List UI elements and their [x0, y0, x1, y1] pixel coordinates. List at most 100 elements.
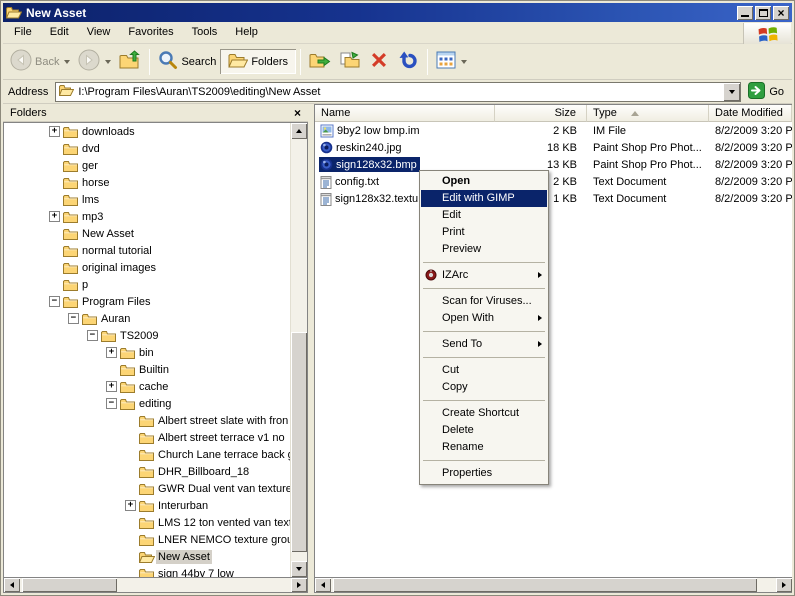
- tree-item-sign-44by-7-low[interactable]: sign 44by 7 low: [4, 565, 290, 577]
- menu-item-open[interactable]: Open: [421, 173, 547, 190]
- copy-to-button[interactable]: [335, 48, 365, 75]
- menu-item-rename[interactable]: Rename: [421, 439, 547, 456]
- selected-file-name[interactable]: sign128x32.bmp: [319, 157, 420, 172]
- menu-item-scan-for-viruses[interactable]: Scan for Viruses...: [421, 293, 547, 310]
- expand-plus-icon[interactable]: +: [49, 126, 60, 137]
- expand-plus-icon[interactable]: +: [49, 211, 60, 222]
- menu-item-print[interactable]: Print: [421, 224, 547, 241]
- tree-item-program-files[interactable]: −Program Files: [4, 293, 290, 310]
- tree-item-cache[interactable]: +cache: [4, 378, 290, 395]
- menu-item-izarc[interactable]: IZArc: [421, 267, 547, 284]
- back-dropdown-icon[interactable]: [64, 60, 70, 64]
- file-name[interactable]: 9by2 low bmp.im: [319, 123, 423, 139]
- menu-favorites[interactable]: Favorites: [119, 23, 182, 42]
- scroll-right-button[interactable]: [291, 578, 307, 592]
- column-header-size[interactable]: Size: [495, 105, 587, 122]
- views-dropdown-icon[interactable]: [461, 60, 467, 64]
- tree-item-mp3[interactable]: +mp3: [4, 208, 290, 225]
- go-button[interactable]: Go: [746, 82, 789, 102]
- back-button[interactable]: Back: [6, 46, 74, 77]
- scrollbar-thumb[interactable]: [333, 578, 757, 592]
- maximize-button[interactable]: [755, 6, 771, 20]
- tree-item-ts2009[interactable]: −TS2009: [4, 327, 290, 344]
- column-header-type[interactable]: Type: [587, 105, 709, 122]
- tree-item-dhr-billboard-18[interactable]: DHR_Billboard_18: [4, 463, 290, 480]
- menu-item-send-to[interactable]: Send To: [421, 336, 547, 353]
- folders-button[interactable]: Folders: [220, 49, 296, 74]
- expand-plus-icon[interactable]: +: [106, 347, 117, 358]
- menu-item-copy[interactable]: Copy: [421, 379, 547, 396]
- menu-tools[interactable]: Tools: [183, 23, 227, 42]
- menu-item-properties[interactable]: Properties: [421, 465, 547, 482]
- scroll-right-button[interactable]: [776, 578, 792, 592]
- collapse-minus-icon[interactable]: −: [49, 296, 60, 307]
- scroll-left-button[interactable]: [4, 578, 20, 592]
- collapse-minus-icon[interactable]: −: [87, 330, 98, 341]
- tree-item-editing[interactable]: −editing: [4, 395, 290, 412]
- tree-vertical-scrollbar[interactable]: [290, 123, 307, 577]
- tree-item-albert-street-terrace-v1-no[interactable]: Albert street terrace v1 no: [4, 429, 290, 446]
- search-button[interactable]: Search: [154, 47, 220, 76]
- close-button[interactable]: ×: [773, 6, 789, 20]
- scrollbar-thumb[interactable]: [22, 578, 117, 592]
- address-input[interactable]: I:\Program Files\Auran\TS2009\editing\Ne…: [55, 82, 741, 102]
- menu-view[interactable]: View: [78, 23, 120, 42]
- files-horizontal-scrollbar[interactable]: [315, 577, 792, 592]
- tree-item-dvd[interactable]: dvd: [4, 140, 290, 157]
- tree-item-albert-street-slate-with-fron[interactable]: Albert street slate with fron: [4, 412, 290, 429]
- tree-item-horse[interactable]: horse: [4, 174, 290, 191]
- views-button[interactable]: [432, 48, 471, 75]
- minimize-button[interactable]: [737, 6, 753, 20]
- menu-item-edit[interactable]: Edit: [421, 207, 547, 224]
- close-folders-icon[interactable]: ×: [294, 108, 301, 118]
- tree-item-new-asset[interactable]: New Asset: [4, 225, 290, 242]
- tree-item-ger[interactable]: ger: [4, 157, 290, 174]
- tree-item-downloads[interactable]: +downloads: [4, 123, 290, 140]
- tree-item-interurban[interactable]: +Interurban: [4, 497, 290, 514]
- scroll-left-button[interactable]: [315, 578, 331, 592]
- menu-file[interactable]: File: [5, 23, 41, 42]
- collapse-minus-icon[interactable]: −: [68, 313, 79, 324]
- menu-item-create-shortcut[interactable]: Create Shortcut: [421, 405, 547, 422]
- tree-item-builtin[interactable]: Builtin: [4, 361, 290, 378]
- up-button[interactable]: [115, 47, 145, 76]
- scroll-up-button[interactable]: [291, 123, 307, 139]
- scrollbar-thumb[interactable]: [291, 332, 307, 552]
- menu-edit[interactable]: Edit: [41, 23, 78, 42]
- undo-button[interactable]: [393, 47, 423, 76]
- tree-item-auran[interactable]: −Auran: [4, 310, 290, 327]
- file-name[interactable]: reskin240.jpg: [319, 140, 404, 155]
- move-to-button[interactable]: [305, 48, 335, 75]
- file-row-reskin240-jpg[interactable]: reskin240.jpg18 KBPaint Shop Pro Phot...…: [315, 139, 792, 156]
- tree-item-original-images[interactable]: original images: [4, 259, 290, 276]
- tree-item-new-asset[interactable]: New Asset: [4, 548, 290, 565]
- menu-item-delete[interactable]: Delete: [421, 422, 547, 439]
- file-name[interactable]: config.txt: [319, 174, 382, 190]
- expand-plus-icon[interactable]: +: [125, 500, 136, 511]
- file-row-config-txt[interactable]: config.txt2 KBText Document8/2/2009 3:20…: [315, 173, 792, 190]
- column-header-date-modified[interactable]: Date Modified: [709, 105, 792, 122]
- file-row-9by2-low-bmp-im[interactable]: 9by2 low bmp.im2 KBIM File8/2/2009 3:20 …: [315, 122, 792, 139]
- delete-button[interactable]: [365, 47, 393, 76]
- tree-item-p[interactable]: p: [4, 276, 290, 293]
- expand-plus-icon[interactable]: +: [106, 381, 117, 392]
- menu-item-edit-with-gimp[interactable]: Edit with GIMP: [421, 190, 547, 207]
- tree-horizontal-scrollbar[interactable]: [4, 577, 307, 592]
- menu-help[interactable]: Help: [226, 23, 267, 42]
- tree-item-lner-nemco-texture-group[interactable]: LNER NEMCO texture group: [4, 531, 290, 548]
- collapse-minus-icon[interactable]: −: [106, 398, 117, 409]
- column-header-name[interactable]: Name: [315, 105, 495, 122]
- address-dropdown-button[interactable]: [723, 83, 740, 101]
- tree-item-lms-12-ton-vented-van-text[interactable]: LMS 12 ton vented van text: [4, 514, 290, 531]
- menu-item-preview[interactable]: Preview: [421, 241, 547, 258]
- tree-item-gwr-dual-vent-van-texture[interactable]: GWR Dual vent van texture: [4, 480, 290, 497]
- file-name[interactable]: sign128x32.textu: [319, 191, 421, 207]
- tree-item-lms[interactable]: lms: [4, 191, 290, 208]
- tree-item-normal-tutorial[interactable]: normal tutorial: [4, 242, 290, 259]
- forward-dropdown-icon[interactable]: [105, 60, 111, 64]
- file-row-sign128x32-textu[interactable]: sign128x32.textu1 KBText Document8/2/200…: [315, 190, 792, 207]
- menu-item-open-with[interactable]: Open With: [421, 310, 547, 327]
- tree-item-church-lane-terrace-back-g[interactable]: Church Lane terrace back g: [4, 446, 290, 463]
- scroll-down-button[interactable]: [291, 561, 307, 577]
- tree-item-bin[interactable]: +bin: [4, 344, 290, 361]
